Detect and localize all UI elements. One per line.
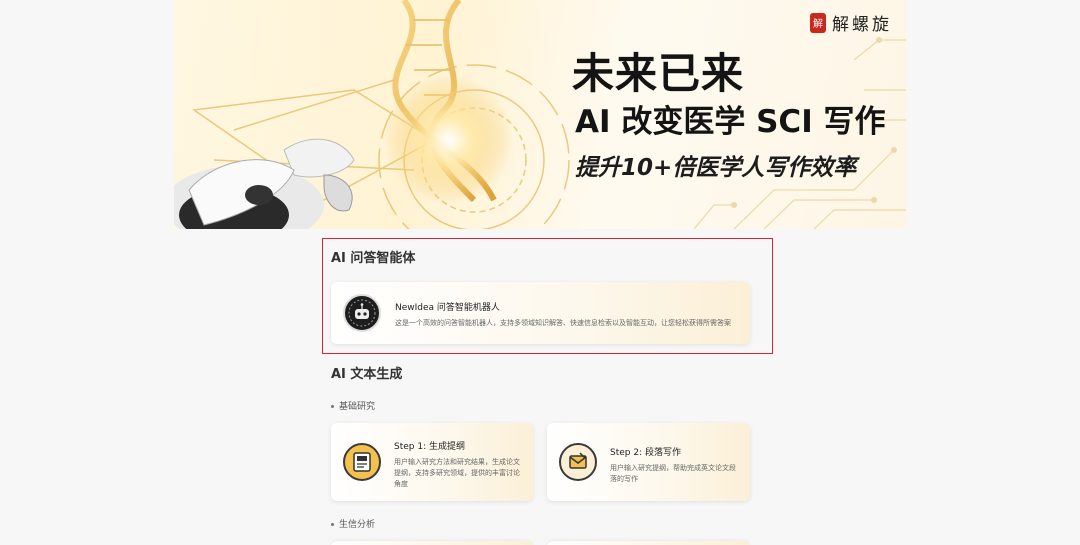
- group-label-text: 基础研究: [339, 402, 376, 412]
- outline-document-icon: [343, 443, 381, 481]
- qa-robot-card[interactable]: NewIdea 问答智能机器人 这是一个高效的问答智能机器人，支持多领域知识解答…: [331, 282, 750, 344]
- group-label-bioinformatics: 生信分析: [331, 517, 375, 530]
- bullet-dot-icon: [331, 405, 334, 408]
- step1-card-title: Step 1: 生成提纲: [394, 442, 465, 452]
- robot-icon: [343, 294, 381, 332]
- qa-card-description: 这是一个高效的问答智能机器人，支持多领域知识解答、快速信息检索以及智能互动，让您…: [395, 319, 731, 327]
- step2-paragraph-card[interactable]: Step 2: 段落写作 用户输入研究提纲，帮助完成英文论文段落的写作: [547, 423, 750, 501]
- step2-card-description: 用户输入研究提纲，帮助完成英文论文段落的写作: [610, 464, 736, 483]
- group-label-basic-research: 基础研究: [331, 399, 375, 412]
- logo-text: 解螺旋: [832, 15, 892, 35]
- step1-card-description: 用户输入研究方法和研究结果，生成论文提纲，支持多研究领域，提供的丰富讨论角度: [394, 458, 520, 488]
- step1-outline-card[interactable]: Step 1: 生成提纲 用户输入研究方法和研究结果，生成论文提纲，支持多研究领…: [331, 423, 533, 501]
- section-title-qa: AI 问答智能体: [331, 251, 416, 266]
- banner-title: 未来已来: [572, 49, 745, 98]
- bioinfo-card-partial[interactable]: [331, 541, 533, 545]
- group-label-text: 生信分析: [339, 520, 376, 530]
- logo-seal-icon: 解: [810, 12, 826, 33]
- section-title-text-gen: AI 文本生成: [331, 367, 403, 382]
- envelope-writing-icon: [559, 443, 597, 481]
- banner-tagline: 提升10+倍医学人写作效率: [575, 155, 857, 181]
- qa-card-title: NewIdea 问答智能机器人: [395, 303, 500, 313]
- bullet-dot-icon: [331, 523, 334, 526]
- hero-banner: 解 解螺旋 未来已来 AI 改变医学 SCI 写作 提升10+倍医学人写作效率: [174, 0, 906, 229]
- banner-subtitle: AI 改变医学 SCI 写作: [575, 104, 886, 140]
- step2-card-title: Step 2: 段落写作: [610, 448, 681, 458]
- bioinfo-card-partial[interactable]: [547, 541, 750, 545]
- brand-logo[interactable]: 解 解螺旋: [810, 10, 892, 35]
